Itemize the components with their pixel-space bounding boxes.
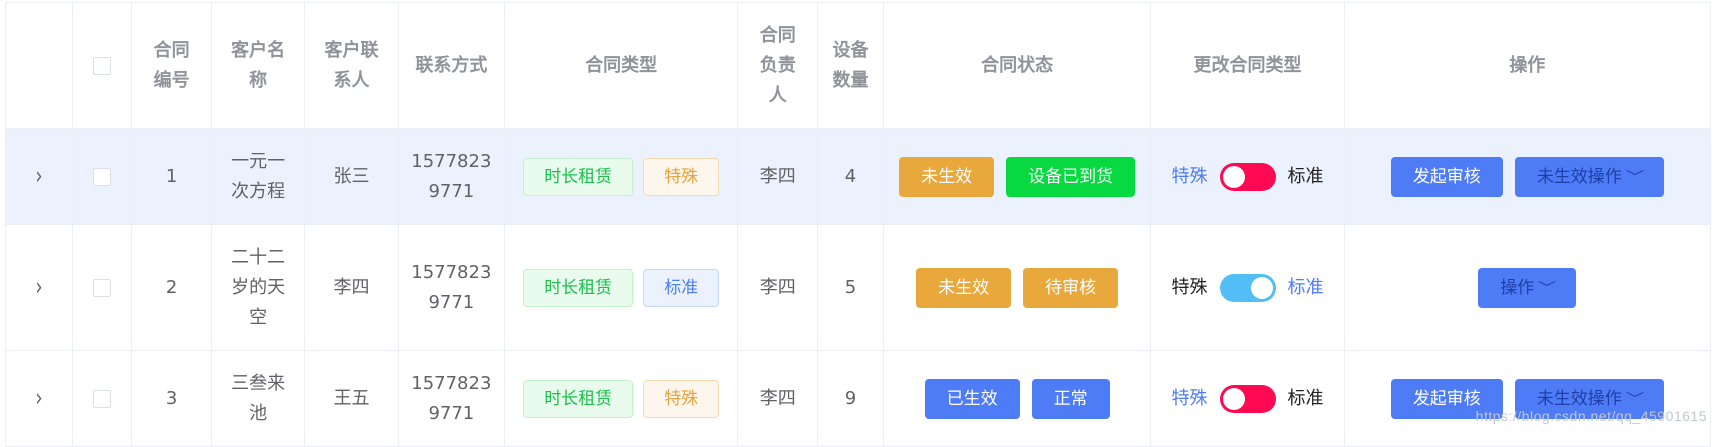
type-toggle-switch[interactable] — [1219, 384, 1276, 413]
header-customer-contact: 客户联系人 — [304, 2, 399, 129]
type-switch-group: 特殊 标准 — [1172, 273, 1324, 303]
phone-cell: 15778239771 — [397, 128, 505, 225]
contract-type-cell: 时长租赁 标准 — [503, 224, 739, 351]
device-count-cell: 5 — [817, 224, 884, 351]
switch-label-special: 特殊 — [1171, 387, 1208, 409]
select-cell — [71, 224, 133, 351]
sub-type-tag: 特殊 — [643, 379, 720, 418]
status-pending-review-button[interactable]: 待审核 — [1023, 267, 1119, 308]
header-customer-name: 客户名称 — [210, 2, 306, 129]
table-header-row: 合同编号 客户名称 客户联系人 联系方式 合同类型 合同负责人 设备数量 合同状… — [5, 2, 1712, 129]
chevron-down-icon: ﹀ — [1538, 280, 1557, 297]
select-cell — [71, 350, 133, 447]
customer-name-cell: 三叁来池 — [210, 350, 306, 447]
chevron-down-icon: ﹀ — [1625, 169, 1644, 186]
switch-knob — [1222, 165, 1245, 188]
select-cell — [71, 128, 133, 225]
header-change-type: 更改合同类型 — [1150, 2, 1345, 129]
switch-knob — [1250, 276, 1273, 299]
switch-label-standard: 标准 — [1287, 387, 1324, 409]
expand-cell: › — [5, 224, 73, 351]
table-row: › 1 一元一次方程 张三 15778239771 时长租赁 特殊 李四 4 未生… — [5, 128, 1712, 225]
type-tag: 时长租赁 — [523, 379, 634, 418]
sub-type-tag: 标准 — [643, 268, 720, 307]
actions-cell: 发起审核 未生效操作 ﹀ — [1343, 350, 1712, 447]
switch-label-special: 特殊 — [1171, 165, 1208, 187]
actions-cell: 发起审核 未生效操作 ﹀ — [1343, 128, 1712, 225]
phone-cell: 15778239771 — [397, 224, 505, 351]
contract-no-cell: 2 — [131, 224, 212, 351]
header-phone: 联系方式 — [397, 2, 505, 129]
actions-cell: 操作 ﹀ — [1343, 224, 1712, 351]
status-not-effective-button[interactable]: 未生效 — [899, 156, 995, 197]
status-delivered-button[interactable]: 设备已到货 — [1006, 156, 1136, 197]
watermark-text: https://blog.csdn.net/qq_45901615 — [1475, 408, 1707, 424]
contract-status-cell: 已生效 正常 — [882, 350, 1152, 447]
header-actions: 操作 — [1343, 2, 1712, 129]
type-switch-group: 特殊 标准 — [1172, 162, 1324, 192]
contract-status-cell: 未生效 待审核 — [882, 224, 1152, 351]
customer-name-cell: 二十二岁的天空 — [210, 224, 306, 351]
switch-label-standard: 标准 — [1287, 276, 1324, 298]
type-tag: 时长租赁 — [523, 268, 634, 307]
switch-label-special: 特殊 — [1171, 276, 1208, 298]
owner-cell: 李四 — [737, 224, 819, 351]
sub-type-tag: 特殊 — [643, 157, 720, 196]
header-contract-status: 合同状态 — [882, 2, 1152, 129]
status-normal-button[interactable]: 正常 — [1031, 378, 1110, 419]
status-not-effective-button[interactable]: 未生效 — [916, 267, 1012, 308]
row-checkbox[interactable] — [93, 278, 112, 297]
device-count-cell: 9 — [817, 350, 884, 447]
header-contract-type: 合同类型 — [503, 2, 739, 129]
change-type-cell: 特殊 标准 — [1150, 128, 1345, 225]
owner-cell: 李四 — [737, 128, 819, 225]
owner-cell: 李四 — [737, 350, 819, 447]
customer-contact-cell: 张三 — [304, 128, 399, 225]
chevron-right-icon[interactable]: › — [35, 156, 42, 198]
header-expand — [5, 2, 73, 129]
row-checkbox[interactable] — [93, 389, 112, 408]
actions-dropdown[interactable]: 操作 ﹀ — [1478, 267, 1577, 308]
phone-cell: 15778239771 — [397, 350, 505, 447]
not-effective-actions-dropdown[interactable]: 未生效操作 ﹀ — [1514, 156, 1664, 197]
contract-table: 合同编号 客户名称 客户联系人 联系方式 合同类型 合同负责人 设备数量 合同状… — [5, 2, 1712, 447]
status-effective-button[interactable]: 已生效 — [924, 378, 1020, 419]
chevron-right-icon[interactable]: › — [35, 267, 42, 309]
customer-name-cell: 一元一次方程 — [210, 128, 306, 225]
contract-no-cell: 3 — [131, 350, 212, 447]
type-toggle-switch[interactable] — [1219, 162, 1276, 191]
table-row: › 3 三叁来池 王五 15778239771 时长租赁 特殊 李四 9 已生效正… — [5, 350, 1712, 447]
switch-knob — [1222, 387, 1245, 410]
select-all-checkbox[interactable] — [93, 56, 112, 75]
table-row: › 2 二十二岁的天空 李四 15778239771 时长租赁 标准 李四 5 未… — [5, 224, 1712, 351]
contract-no-cell: 1 — [131, 128, 212, 225]
contract-status-cell: 未生效 设备已到货 — [882, 128, 1152, 225]
expand-cell: › — [5, 350, 73, 447]
contract-type-cell: 时长租赁 特殊 — [503, 350, 739, 447]
change-type-cell: 特殊 标准 — [1150, 350, 1345, 447]
row-checkbox[interactable] — [93, 167, 112, 186]
device-count-cell: 4 — [817, 128, 884, 225]
chevron-right-icon[interactable]: › — [35, 378, 42, 420]
header-select-all — [71, 2, 133, 129]
header-owner: 合同负责人 — [737, 2, 819, 129]
customer-contact-cell: 王五 — [304, 350, 399, 447]
header-device-count: 设备数量 — [817, 2, 884, 129]
type-tag: 时长租赁 — [523, 157, 634, 196]
switch-label-standard: 标准 — [1287, 165, 1324, 187]
expand-cell: › — [5, 128, 73, 225]
submit-review-button[interactable]: 发起审核 — [1390, 156, 1503, 197]
change-type-cell: 特殊 标准 — [1150, 224, 1345, 351]
customer-contact-cell: 李四 — [304, 224, 399, 351]
header-contract-no: 合同编号 — [131, 2, 212, 129]
contract-type-cell: 时长租赁 特殊 — [503, 128, 739, 225]
type-toggle-switch[interactable] — [1219, 273, 1276, 302]
type-switch-group: 特殊 标准 — [1172, 384, 1324, 414]
